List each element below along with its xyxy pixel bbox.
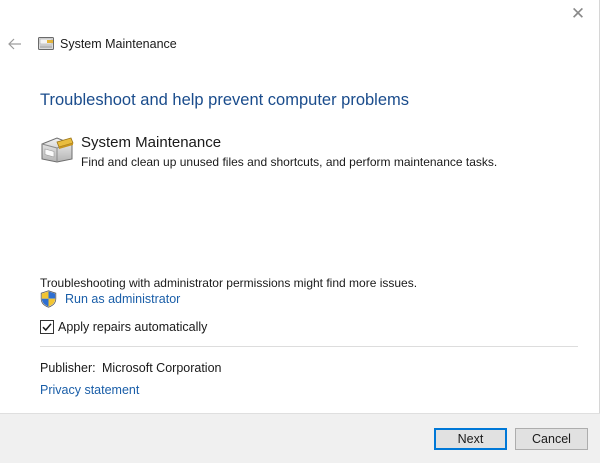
run-as-administrator-label: Run as administrator bbox=[65, 292, 181, 306]
run-as-administrator-link[interactable]: Run as administrator bbox=[40, 290, 180, 308]
close-button[interactable]: ✕ bbox=[567, 5, 589, 23]
privacy-statement-link[interactable]: Privacy statement bbox=[40, 383, 139, 397]
divider bbox=[40, 346, 578, 347]
close-icon: ✕ bbox=[570, 4, 586, 23]
item-title[interactable]: System Maintenance bbox=[81, 134, 221, 151]
back-button[interactable] bbox=[6, 36, 24, 52]
apply-repairs-checkbox-row[interactable]: Apply repairs automatically bbox=[40, 319, 207, 335]
publisher-value: Microsoft Corporation bbox=[102, 361, 222, 375]
admin-note: Troubleshooting with administrator permi… bbox=[40, 276, 418, 290]
system-maintenance-icon bbox=[38, 37, 54, 50]
checkmark-icon bbox=[42, 323, 52, 332]
cancel-button[interactable]: Cancel bbox=[515, 428, 588, 450]
dialog-footer: Next Cancel bbox=[0, 413, 600, 463]
system-maintenance-icon bbox=[41, 137, 74, 163]
page-heading: Troubleshoot and help prevent computer p… bbox=[40, 91, 410, 109]
item-description: Find and clean up unused files and short… bbox=[81, 155, 498, 169]
apply-repairs-checkbox[interactable] bbox=[40, 320, 54, 334]
apply-repairs-label: Apply repairs automatically bbox=[58, 320, 208, 334]
back-arrow-icon bbox=[8, 38, 21, 50]
publisher-label: Publisher: bbox=[40, 361, 96, 375]
troubleshooter-window: ✕ System Maintenance Troubleshoot and he… bbox=[0, 0, 600, 463]
window-title: System Maintenance bbox=[60, 37, 177, 51]
next-button[interactable]: Next bbox=[434, 428, 507, 450]
uac-shield-icon bbox=[40, 290, 57, 308]
